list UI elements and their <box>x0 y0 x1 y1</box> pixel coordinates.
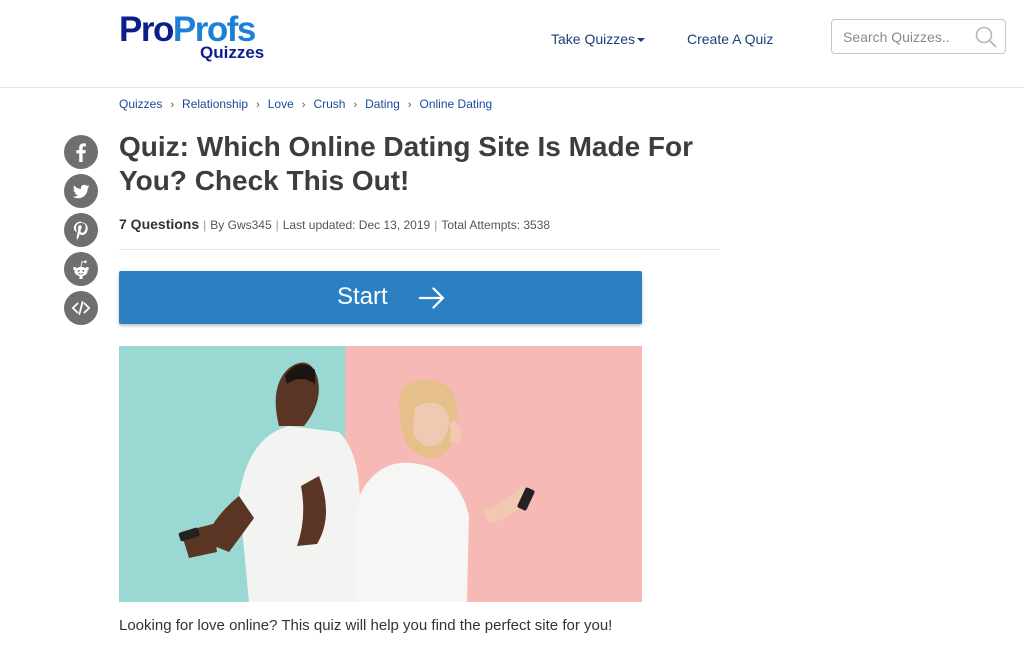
breadcrumb-separator: › <box>301 99 306 111</box>
quiz-title: Quiz: Which Online Dating Site Is Made F… <box>119 131 694 196</box>
twitter-icon <box>72 184 90 199</box>
breadcrumb: Quizzes › Relationship › Love › Crush › Dating › O… <box>119 96 492 113</box>
breadcrumb-separator: › <box>256 99 260 111</box>
meta-separator: | <box>434 218 438 232</box>
search-placeholder: Search Quizzes.. <box>843 29 950 45</box>
hero-illustration <box>178 362 535 602</box>
breadcrumb-item-crush[interactable]: Crush <box>313 97 345 111</box>
quiz-meta: 7 Questions | By Gws345 | Last updated: Dec … <box>119 215 550 234</box>
breadcrumb-item-online-dating[interactable]: Online Dating <box>420 97 493 111</box>
breadcrumb-item-dating[interactable]: Dating <box>365 97 400 111</box>
facebook-icon <box>76 143 86 162</box>
start-quiz-button[interactable]: Start <box>119 271 642 324</box>
nav-take-quizzes[interactable]: Take Quizzes <box>551 30 646 48</box>
quiz-attempts: Total Attempts: 3538 <box>441 218 551 232</box>
twitter-share-button[interactable] <box>64 174 98 208</box>
embed-code-button[interactable] <box>64 291 98 325</box>
search-icon[interactable] <box>975 26 997 48</box>
social-share-bar <box>64 135 98 330</box>
breadcrumb-separator: › <box>407 99 412 111</box>
quiz-description: Looking for love online? This quiz will … <box>119 617 613 634</box>
breadcrumb-separator: › <box>170 99 175 111</box>
pinterest-share-button[interactable] <box>64 213 98 247</box>
logo-subtitle: Quizzes <box>200 43 265 62</box>
meta-separator: | <box>275 218 279 232</box>
embed-code-icon <box>71 301 91 315</box>
quiz-updated: Last updated: Dec 13, 2019 <box>282 218 431 232</box>
facebook-share-button[interactable] <box>64 135 98 169</box>
reddit-icon <box>73 260 89 279</box>
arrow-right-icon <box>419 287 445 309</box>
quiz-author[interactable]: By Gws345 <box>210 218 271 232</box>
start-label: Start <box>337 283 388 310</box>
nav-create-quiz[interactable]: Create A Quiz <box>687 30 773 48</box>
reddit-share-button[interactable] <box>64 252 98 286</box>
search-input[interactable]: Search Quizzes.. <box>831 19 1006 54</box>
divider <box>119 249 719 250</box>
site-header: ProProfs Quizzes Take Quizzes Create A Q… <box>0 0 1024 88</box>
proprofs-logo[interactable]: ProProfs Quizzes <box>119 12 279 64</box>
quiz-hero-image <box>119 346 642 602</box>
breadcrumb-item-quizzes[interactable]: Quizzes <box>119 97 162 111</box>
nav-take-quizzes-label: Take Quizzes <box>551 31 636 47</box>
pinterest-icon <box>73 221 88 240</box>
caret-down-icon <box>637 38 646 43</box>
question-count: 7 Questions <box>119 216 200 232</box>
breadcrumb-item-love[interactable]: Love <box>268 97 294 111</box>
breadcrumb-item-relationship[interactable]: Relationship <box>182 97 248 111</box>
breadcrumb-separator: › <box>353 99 358 111</box>
meta-separator: | <box>203 218 207 232</box>
